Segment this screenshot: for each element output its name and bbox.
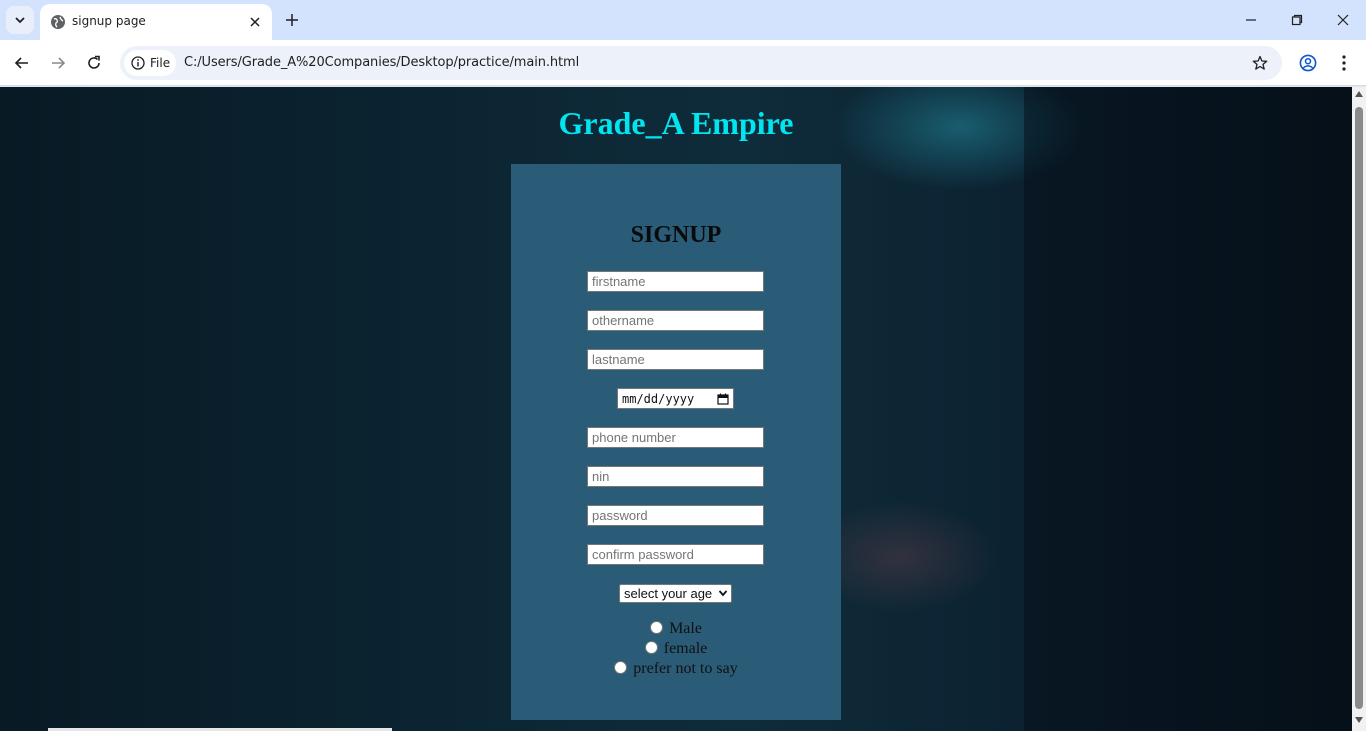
forward-button[interactable] [45,50,71,76]
gender-label-prefer-not-to-say: prefer not to say [633,660,738,677]
othername-input[interactable] [587,310,764,331]
age-select-value: select your age [624,586,713,601]
confirm-password-input[interactable] [587,544,764,565]
chevron-down-icon [15,17,25,24]
site-chip-label: File [150,56,171,70]
tab-signup-page[interactable]: signup page [40,4,272,40]
minimize-button[interactable] [1228,0,1274,40]
close-window-button[interactable] [1320,0,1366,40]
arrow-right-icon [52,57,66,69]
password-input[interactable] [587,505,764,526]
globe-icon [51,15,65,29]
gender-option-male[interactable]: Male [511,620,841,638]
plus-icon [286,14,298,26]
more-vertical-icon [1342,55,1346,71]
close-icon [250,17,260,27]
reload-button[interactable] [81,50,107,76]
age-select[interactable]: select your age [619,584,732,603]
bookmark-button[interactable] [1250,53,1270,73]
phone-number-input[interactable] [587,427,764,448]
close-icon [1337,14,1349,26]
tab-close-button[interactable] [246,13,264,31]
tab-search-button[interactable] [6,6,34,34]
scroll-up-arrow[interactable] [1355,91,1363,97]
restore-button[interactable] [1274,0,1320,40]
account-icon [1299,54,1317,72]
back-button[interactable] [9,50,35,76]
vertical-scrollbar[interactable] [1352,87,1366,731]
browser-toolbar: File C:/Users/Grade_A%20Companies/Deskto… [0,40,1366,86]
browser-menu-button[interactable] [1334,51,1354,75]
address-bar[interactable]: File C:/Users/Grade_A%20Companies/Deskto… [120,46,1282,80]
new-tab-button[interactable] [280,8,304,32]
restore-icon [1291,14,1303,26]
gender-option-prefer-not-to-say[interactable]: prefer not to say [511,660,841,678]
scroll-thumb[interactable] [1355,107,1363,709]
gender-label-female: female [663,640,708,657]
tab-title: signup page [72,14,146,28]
tab-strip: signup page [0,0,1366,40]
calendar-icon[interactable] [717,393,729,405]
site-info-chip[interactable]: File [124,50,176,76]
background-shade [1024,87,1352,731]
scroll-down-arrow[interactable] [1355,717,1363,723]
lastname-input[interactable] [587,349,764,370]
signup-heading: SIGNUP [630,222,722,248]
url-text[interactable]: C:/Users/Grade_A%20Companies/Desktop/pra… [184,55,579,70]
date-of-birth-input[interactable]: mm/dd/yyyy [617,388,734,409]
signup-form: SIGNUP mm/dd/yyyy select your age Male f… [511,164,841,720]
star-icon [1252,55,1268,70]
info-icon [131,56,145,70]
radio-male[interactable] [650,620,664,634]
radio-female[interactable] [644,640,658,654]
date-placeholder: mm/dd/yyyy [622,391,695,406]
profile-button[interactable] [1296,51,1320,75]
gender-option-female[interactable]: female [511,640,841,658]
gender-label-male: Male [669,620,702,637]
radio-prefer-not-to-say[interactable] [614,660,628,674]
chevron-down-icon [718,590,728,597]
page-viewport: Grade_A Empire SIGNUP mm/dd/yyyy select … [0,87,1352,731]
nin-input[interactable] [587,466,764,487]
reload-icon [88,55,100,69]
minimize-icon [1246,19,1256,21]
firstname-input[interactable] [587,271,764,292]
arrow-left-icon [14,57,28,69]
site-title: Grade_A Empire [558,105,794,141]
